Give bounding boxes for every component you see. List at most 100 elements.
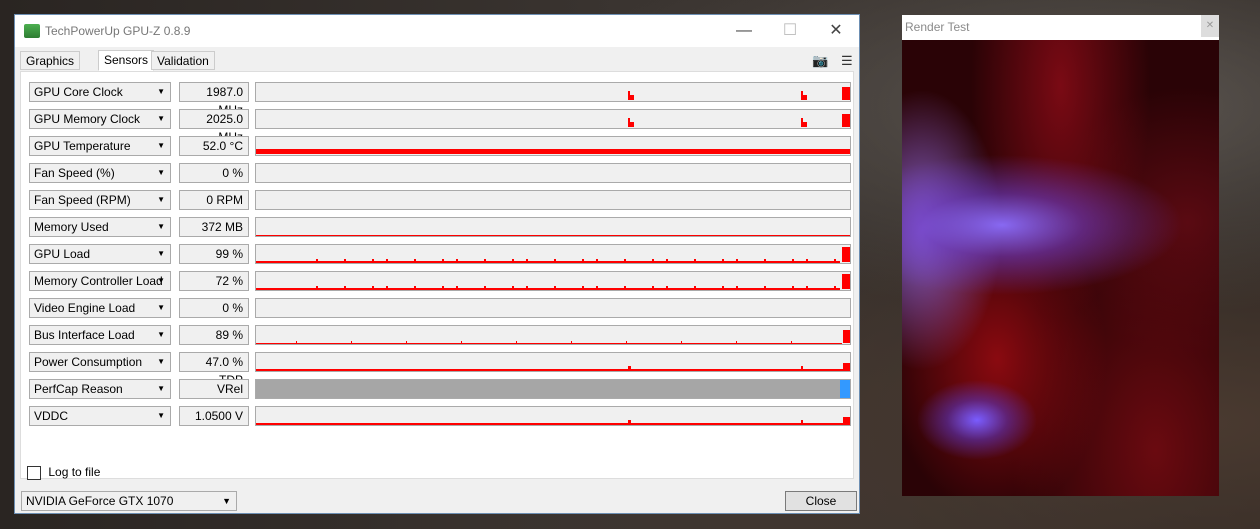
graph-mark — [596, 259, 598, 261]
title-bar: TechPowerUp GPU-Z 0.8.9 — ☐ ✕ — [15, 15, 859, 47]
sensor-value: 89 % — [179, 325, 249, 345]
sensor-graph — [255, 82, 851, 102]
minimize-button[interactable]: — — [721, 15, 767, 47]
tab-validation[interactable]: Validation — [151, 51, 215, 70]
sensor-row: Memory Controller Load ▼ 72 % — [29, 271, 851, 291]
sensor-graph — [255, 244, 851, 264]
sensor-value: 2025.0 MHz — [179, 109, 249, 144]
sensor-row: Power Consumption ▼ 47.0 % TDP — [29, 352, 851, 387]
sensor-graph — [255, 325, 851, 345]
sensor-name-select[interactable]: GPU Memory Clock ▼ — [29, 109, 171, 129]
sensor-name-select[interactable]: Video Engine Load ▼ — [29, 298, 171, 318]
graph-mark — [571, 341, 572, 343]
chevron-down-icon: ▼ — [157, 222, 165, 231]
graph-mark — [351, 341, 352, 343]
sensor-row: GPU Memory Clock ▼ 2025.0 MHz — [29, 109, 851, 144]
graph-mark — [406, 341, 407, 343]
sensor-name-select[interactable]: GPU Core Clock ▼ — [29, 82, 171, 102]
window-title: TechPowerUp GPU-Z 0.8.9 — [45, 24, 191, 38]
gpu-select[interactable]: NVIDIA GeForce GTX 1070 ▼ — [21, 491, 237, 511]
graph-mark — [256, 423, 850, 425]
sensor-name-select[interactable]: VDDC ▼ — [29, 406, 171, 426]
close-button[interactable]: Close — [785, 491, 857, 511]
sensor-value: 99 % — [179, 244, 249, 264]
graph-mark — [554, 259, 556, 261]
graph-mark — [736, 341, 737, 343]
sensor-graph-svg — [256, 363, 850, 371]
sensor-name-select[interactable]: Memory Controller Load ▼ — [29, 271, 171, 291]
sensor-name: PerfCap Reason — [34, 382, 123, 396]
graph-mark — [344, 286, 346, 288]
sensor-value: 372 MB — [179, 217, 249, 237]
render-test-canvas — [902, 40, 1219, 496]
graph-mark — [630, 95, 634, 100]
sensor-graph — [255, 271, 851, 291]
maximize-button[interactable]: ☐ — [767, 15, 813, 47]
window-close-button[interactable]: ✕ — [813, 15, 859, 47]
sensor-graph — [255, 352, 851, 372]
graph-mark — [630, 122, 634, 127]
sensor-name-select[interactable]: Bus Interface Load ▼ — [29, 325, 171, 345]
sensor-name: Bus Interface Load — [34, 328, 135, 342]
graph-mark — [624, 259, 626, 261]
sensor-name: Memory Used — [34, 220, 109, 234]
chevron-down-icon: ▼ — [157, 249, 165, 258]
gpu-select-value: NVIDIA GeForce GTX 1070 — [26, 494, 174, 508]
sensor-graph-svg — [256, 274, 850, 290]
sensor-graph — [255, 136, 851, 156]
sensor-value: 0 RPM — [179, 190, 249, 210]
graph-mark — [736, 259, 738, 261]
sensor-name-select[interactable]: Fan Speed (%) ▼ — [29, 163, 171, 183]
tab-sensors[interactable]: Sensors — [98, 50, 155, 71]
graph-mark — [256, 343, 842, 344]
graph-mark — [694, 286, 696, 288]
sensor-graph-svg — [628, 114, 850, 127]
graph-mark — [526, 286, 528, 288]
tab-graphics-card[interactable]: Graphics Card — [20, 51, 81, 87]
sensor-graph — [255, 190, 851, 210]
camera-icon[interactable]: 📷 — [812, 53, 828, 69]
sensor-name-select[interactable]: Power Consumption ▼ — [29, 352, 171, 372]
graph-mark — [801, 118, 803, 127]
sensor-name-select[interactable]: GPU Temperature ▼ — [29, 136, 171, 156]
sensor-name: Memory Controller Load — [34, 274, 163, 288]
sensor-value: 72 % — [179, 271, 249, 291]
graph-mark — [461, 341, 462, 343]
graph-mark — [681, 341, 682, 343]
sensor-name-select[interactable]: PerfCap Reason ▼ — [29, 379, 171, 399]
sensor-name-select[interactable]: GPU Load ▼ — [29, 244, 171, 264]
graph-mark — [484, 259, 486, 261]
graph-mark — [316, 286, 318, 288]
render-test-close-button[interactable]: ✕ — [1201, 15, 1219, 37]
graph-mark — [256, 380, 840, 398]
sensor-graph-svg — [256, 417, 850, 425]
graph-mark — [806, 286, 808, 288]
graph-mark — [801, 91, 803, 100]
sensor-graph — [255, 163, 851, 183]
sensor-graph-svg — [256, 299, 850, 317]
graph-mark — [256, 288, 840, 290]
graph-mark — [256, 149, 850, 154]
graph-mark — [296, 341, 297, 343]
sensor-value: VRel — [179, 379, 249, 399]
graph-mark — [386, 259, 388, 261]
menu-icon[interactable]: ☰ — [841, 53, 853, 69]
chevron-down-icon: ▼ — [157, 141, 165, 150]
sensor-name: GPU Core Clock — [34, 85, 123, 99]
sensor-name-select[interactable]: Fan Speed (RPM) ▼ — [29, 190, 171, 210]
graph-mark — [666, 259, 668, 261]
sensor-value: 1.0500 V — [179, 406, 249, 426]
graph-mark — [666, 286, 668, 288]
sensor-graph-svg — [256, 380, 850, 398]
graph-mark — [628, 118, 630, 127]
sensor-row: VDDC ▼ 1.0500 V — [29, 406, 851, 426]
sensor-graph-svg — [256, 247, 850, 263]
graph-mark — [722, 286, 724, 288]
log-to-file-checkbox[interactable] — [27, 465, 41, 480]
graph-mark — [582, 259, 584, 261]
chevron-down-icon: ▼ — [157, 114, 165, 123]
graph-mark — [512, 286, 514, 288]
sensor-name-select[interactable]: Memory Used ▼ — [29, 217, 171, 237]
graph-mark — [526, 259, 528, 261]
sensor-name: Fan Speed (RPM) — [34, 193, 131, 207]
